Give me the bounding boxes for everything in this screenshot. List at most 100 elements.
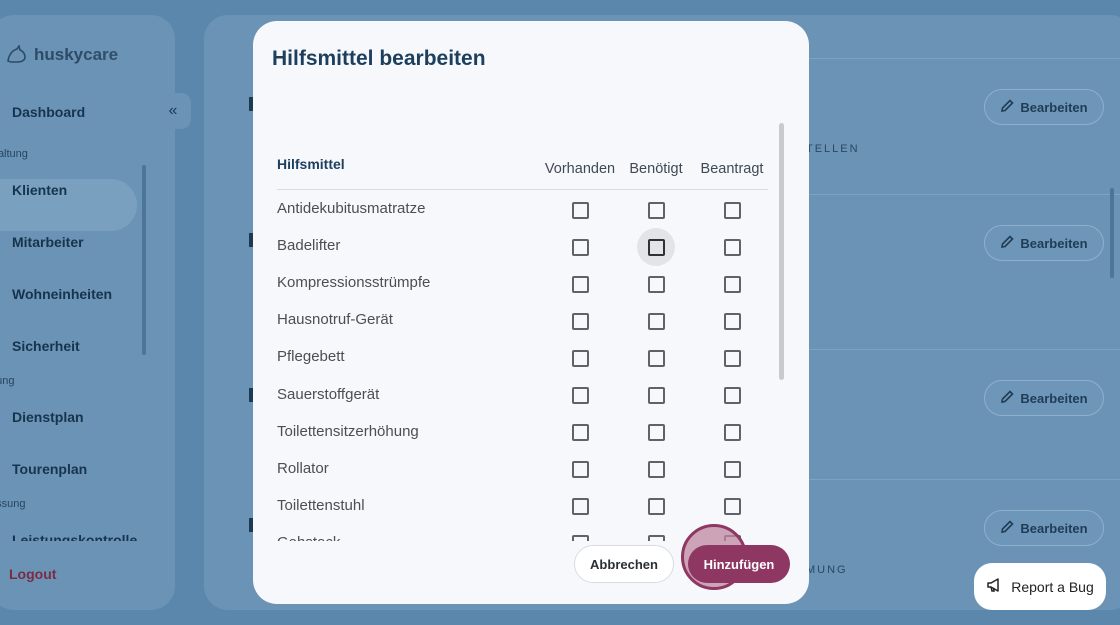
checkbox-vorhanden[interactable]: [561, 339, 599, 377]
checkbox-benoetigt[interactable]: [637, 414, 675, 452]
checkbox-beantragt[interactable]: [713, 191, 751, 229]
checkbox-box[interactable]: [723, 275, 741, 293]
checkbox-vorhanden[interactable]: [561, 488, 599, 526]
checkbox-box[interactable]: [571, 349, 589, 367]
checkbox-box[interactable]: [723, 349, 741, 367]
checkbox-beantragt[interactable]: [713, 265, 751, 303]
section-caption: MUNG: [806, 564, 848, 576]
collapse-sidebar-button[interactable]: «: [155, 93, 191, 129]
checkbox-box[interactable]: [723, 498, 741, 516]
checkbox-box[interactable]: [647, 387, 665, 404]
aid-label: Badelifter: [277, 237, 341, 255]
checkbox-beantragt[interactable]: [713, 228, 751, 266]
sidebar-item-tourenplan[interactable]: Tourenplan: [12, 461, 87, 477]
checkbox-box[interactable]: [723, 201, 741, 219]
sidebar-section-erfassung: assung: [0, 498, 26, 510]
checkbox-box[interactable]: [723, 312, 741, 330]
checkbox-box[interactable]: [571, 312, 589, 330]
checkbox-beantragt[interactable]: [713, 302, 751, 340]
edit-button[interactable]: Bearbeiten: [984, 225, 1104, 261]
checkbox-benoetigt[interactable]: [637, 377, 675, 415]
pencil-icon: [1000, 519, 1015, 537]
checkbox-benoetigt[interactable]: [637, 525, 675, 541]
edit-button[interactable]: Bearbeiten: [984, 380, 1104, 416]
checkbox-box[interactable]: [571, 461, 589, 479]
brand-name-care: care: [83, 45, 119, 64]
sidebar-item-klienten[interactable]: Klienten: [12, 182, 67, 198]
edit-button-label: Bearbeiten: [1020, 99, 1088, 115]
checkbox-box[interactable]: [571, 498, 589, 516]
edit-button[interactable]: Bearbeiten: [984, 89, 1104, 125]
edit-button-label: Bearbeiten: [1020, 520, 1088, 536]
cancel-button[interactable]: Abbrechen: [574, 545, 674, 583]
checkbox-benoetigt[interactable]: [637, 488, 675, 526]
checkbox-benoetigt[interactable]: [637, 265, 675, 303]
checkbox-benoetigt[interactable]: [637, 339, 675, 377]
dialog-scrollbar[interactable]: [779, 123, 784, 380]
logout-link[interactable]: Logout: [9, 566, 56, 582]
checkbox-box[interactable]: [647, 275, 665, 293]
checkbox-box[interactable]: [571, 535, 589, 541]
checkbox-vorhanden[interactable]: [561, 451, 599, 489]
sidebar-scrollbar[interactable]: [142, 165, 146, 355]
sidebar-item-sicherheit[interactable]: Sicherheit: [12, 338, 80, 354]
checkbox-box[interactable]: [723, 387, 741, 404]
sidebar-item-dienstplan[interactable]: Dienstplan: [12, 409, 84, 425]
checkbox-vorhanden[interactable]: [561, 525, 599, 541]
double-chevron-left-icon: «: [168, 102, 178, 119]
checkbox-beantragt[interactable]: [713, 488, 751, 526]
checkbox-benoetigt[interactable]: [637, 451, 675, 489]
table-row: Toilettensitzerhöhung: [253, 414, 783, 451]
report-bug-button[interactable]: Report a Bug: [974, 563, 1106, 610]
aid-label: Toilettensitzerhöhung: [277, 422, 419, 440]
brand-logo[interactable]: huskycare: [6, 45, 118, 65]
checkbox-box[interactable]: [571, 387, 589, 404]
checkbox-beantragt[interactable]: [713, 414, 751, 452]
checkbox-vorhanden[interactable]: [561, 302, 599, 340]
edit-button[interactable]: Bearbeiten: [984, 510, 1104, 546]
checkbox-box[interactable]: [647, 498, 665, 516]
checkbox-box[interactable]: [647, 424, 665, 442]
checkbox-beantragt[interactable]: [713, 339, 751, 377]
column-header-beantragt: Beantragt: [700, 161, 764, 177]
main-scrollbar[interactable]: [1110, 188, 1114, 278]
checkbox-box[interactable]: [571, 424, 589, 442]
checkbox-box[interactable]: [723, 461, 741, 479]
table-row: Antidekubitusmatratze: [253, 191, 783, 228]
checkbox-vorhanden[interactable]: [561, 191, 599, 229]
checkbox-vorhanden[interactable]: [561, 265, 599, 303]
edit-button-label: Bearbeiten: [1020, 390, 1088, 406]
checkbox-box[interactable]: [647, 461, 665, 479]
edit-aids-dialog: Hilfsmittel bearbeiten Hilfsmittel Vorha…: [253, 21, 809, 604]
checkbox-box[interactable]: [647, 238, 665, 256]
checkbox-box[interactable]: [647, 201, 665, 219]
sidebar: huskycare Dashboard waltung Klienten Mit…: [0, 15, 175, 610]
aids-table: Hilfsmittel Vorhanden Benötigt Beantragt…: [253, 111, 783, 541]
add-button[interactable]: Hinzufügen: [688, 545, 790, 583]
checkbox-beantragt[interactable]: [713, 451, 751, 489]
checkbox-box[interactable]: [723, 238, 741, 256]
sidebar-item-dashboard[interactable]: Dashboard: [12, 104, 85, 120]
section-caption: TELLEN: [806, 143, 860, 155]
checkbox-box[interactable]: [571, 201, 589, 219]
checkbox-box[interactable]: [571, 275, 589, 293]
checkbox-benoetigt[interactable]: [637, 302, 675, 340]
sidebar-item-leistungskontrolle[interactable]: Leistungskontrolle: [12, 532, 137, 541]
checkbox-box[interactable]: [571, 238, 589, 256]
checkbox-vorhanden[interactable]: [561, 414, 599, 452]
checkbox-box[interactable]: [647, 349, 665, 367]
sidebar-section-planung: nung: [0, 375, 15, 387]
checkbox-box[interactable]: [723, 424, 741, 442]
megaphone-icon: [986, 577, 1003, 596]
checkbox-beantragt[interactable]: [713, 377, 751, 415]
sidebar-item-mitarbeiter[interactable]: Mitarbeiter: [12, 234, 84, 250]
checkbox-vorhanden[interactable]: [561, 228, 599, 266]
table-row: Badelifter: [253, 228, 783, 267]
checkbox-benoetigt[interactable]: [637, 228, 675, 267]
checkbox-box[interactable]: [647, 312, 665, 330]
pencil-icon: [1000, 389, 1015, 407]
checkbox-benoetigt[interactable]: [637, 191, 675, 229]
checkbox-box[interactable]: [647, 535, 665, 541]
sidebar-item-wohneinheiten[interactable]: Wohneinheiten: [12, 286, 112, 302]
checkbox-vorhanden[interactable]: [561, 377, 599, 415]
